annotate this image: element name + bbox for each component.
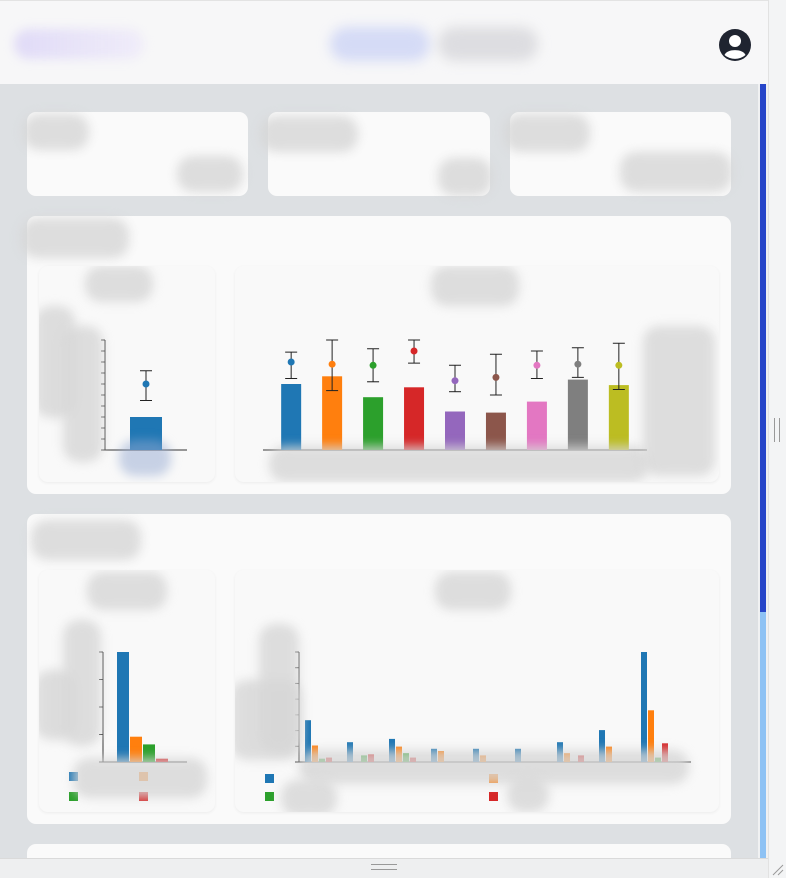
section-1-card: [21, 216, 731, 494]
stat-card-1-title: [23, 114, 89, 150]
chart-legend-swatch: [69, 792, 78, 801]
scrollbar-thumb[interactable]: [760, 84, 766, 612]
chart-3-ytick-labels: [63, 620, 101, 746]
nav-link-secondary[interactable]: [438, 27, 538, 61]
chart-legend-swatch: [489, 792, 498, 801]
chart-point: [410, 347, 418, 355]
chart-point: [287, 358, 295, 366]
vertical-resize-grip-icon[interactable]: [774, 418, 780, 442]
chart-4-ytick-labels: [259, 624, 299, 752]
chart-1-ytick-labels: [63, 326, 103, 462]
chart-2-panel: [235, 266, 719, 482]
app-window: [0, 0, 786, 878]
chart-4-panel: [235, 570, 719, 812]
chart-bar: [445, 411, 465, 450]
stat-card-1[interactable]: [23, 112, 248, 196]
stat-card-2[interactable]: [260, 112, 492, 196]
nav-link-primary[interactable]: [330, 27, 430, 61]
resize-corner-icon[interactable]: [770, 862, 784, 876]
chart-3-panel: [39, 570, 215, 812]
section-1-title: [21, 218, 129, 258]
chart-legend-swatch: [265, 774, 274, 783]
chart-point: [369, 361, 377, 369]
chart-bar: [608, 385, 629, 450]
chart-point: [533, 361, 541, 369]
stat-card-2-title: [260, 116, 358, 152]
chart-2-legend: [643, 326, 715, 476]
chart-point: [615, 361, 623, 369]
chart-2-xtick-labels: [269, 446, 649, 482]
chart-bar: [526, 401, 547, 450]
stat-card-2-value: [438, 158, 492, 196]
stat-card-3[interactable]: [504, 112, 732, 196]
chart-bar: [404, 387, 425, 450]
section-2-card: [27, 514, 731, 824]
chart-1-xtick-labels: [119, 440, 171, 476]
chart-point: [492, 373, 500, 381]
chart-4-legend-labels-right: [507, 778, 549, 812]
horizontal-resize-grip-icon[interactable]: [371, 864, 397, 870]
chart-bar: [641, 652, 647, 762]
chart-point: [142, 380, 150, 388]
chart-point: [451, 377, 459, 385]
chart-bar: [363, 397, 384, 450]
stat-card-3-value: [620, 152, 732, 192]
stat-card-1-value: [177, 156, 243, 192]
chart-4-legend-labels-left: [281, 780, 337, 812]
chart-4-xtick-labels: [299, 750, 689, 784]
chart-legend-swatch: [265, 792, 274, 801]
chart-point: [574, 360, 582, 368]
section-2-title: [31, 520, 141, 560]
chart-bar: [567, 379, 588, 450]
user-account-button[interactable]: [718, 28, 752, 62]
brand-logo[interactable]: [14, 29, 144, 59]
stat-card-3-title: [504, 114, 590, 152]
chart-bar: [281, 384, 302, 450]
top-navigation-bar: [0, 0, 768, 84]
section-3-card: [27, 844, 731, 858]
dashboard-scroll-area[interactable]: [0, 84, 758, 858]
chart-3-legend-labels: [73, 758, 207, 798]
chart-1-panel: [39, 266, 215, 482]
chart-point: [328, 360, 336, 368]
chart-bar: [117, 652, 129, 762]
vertical-scrollbar[interactable]: [758, 84, 768, 858]
chart-bar: [485, 412, 506, 450]
user-circle-icon: [719, 29, 751, 61]
